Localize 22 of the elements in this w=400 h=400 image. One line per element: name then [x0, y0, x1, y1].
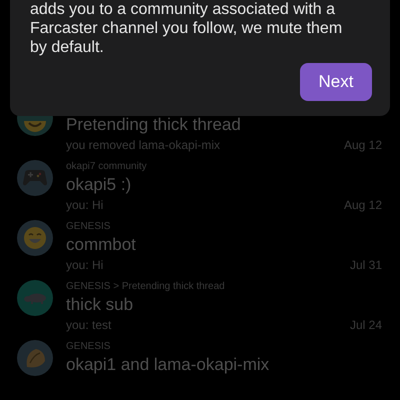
- conversation-context: okapi7 community: [66, 160, 148, 174]
- conversation-title: okapi1 and lama-okapi-mix: [66, 354, 270, 376]
- next-button[interactable]: Next: [300, 63, 372, 101]
- message-date: Jul 31: [350, 257, 382, 274]
- conversation-title: okapi5 :): [66, 174, 132, 196]
- message-preview: you: Hi: [66, 197, 104, 214]
- conversation-context: GENESIS: [66, 220, 112, 234]
- hippo-icon: [24, 292, 46, 304]
- grinning-face-icon: [24, 227, 46, 249]
- message-date: Aug 12: [344, 197, 382, 214]
- conversation-title: Pretending thick thread: [66, 114, 242, 136]
- dialog-message: adds you to a community associated with a Farcaster channel you follow, we mute them by default.: [30, 0, 344, 57]
- conversation-title: thick sub: [66, 294, 134, 316]
- message-date: Jul 24: [350, 317, 382, 334]
- gamepad-icon: [23, 170, 47, 186]
- message-preview: you removed lama-okapi-mix: [66, 137, 220, 154]
- conversation-context: GENESIS > Pretending thick thread: [66, 280, 226, 294]
- message-date: Aug 12: [344, 137, 382, 154]
- message-preview: you: test: [66, 317, 112, 334]
- message-preview: you: Hi: [66, 257, 104, 274]
- conversation-title: commbot: [66, 234, 137, 256]
- conversation-context: GENESIS: [66, 340, 112, 354]
